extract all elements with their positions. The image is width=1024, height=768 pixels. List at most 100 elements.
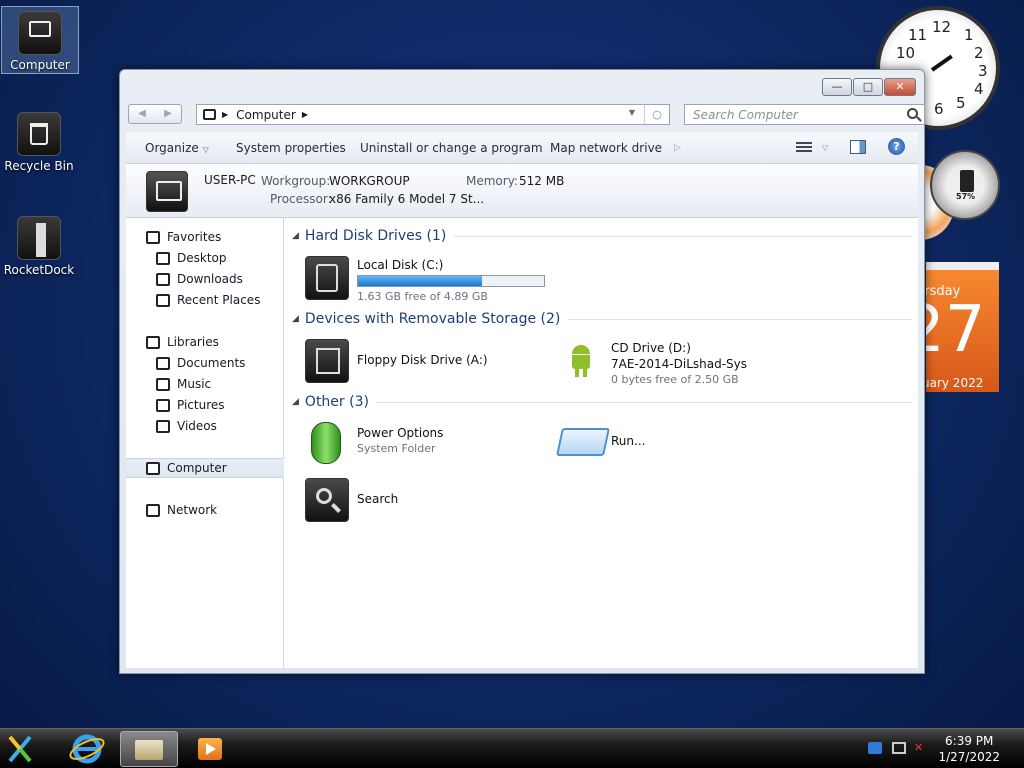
sidebar-item-network[interactable]: Network (126, 500, 284, 520)
sidebar-item-documents[interactable]: Documents (126, 353, 284, 373)
system-properties-button[interactable]: System properties (236, 141, 346, 155)
item-power-options[interactable]: Power Options System Folder (305, 420, 525, 466)
sidebar-item-pictures[interactable]: Pictures (126, 395, 284, 415)
sidebar-item-favorites[interactable]: Favorites (126, 227, 284, 247)
drive-free-space: 0 bytes free of 2.50 GB (611, 373, 739, 386)
clock-hand (930, 54, 953, 72)
taskbar-internet-explorer[interactable] (62, 731, 116, 767)
calendar-gadget[interactable]: ursday 27 uary 2022 (926, 262, 999, 392)
uninstall-program-button[interactable]: Uninstall or change a program (360, 141, 543, 155)
search-box[interactable] (684, 104, 925, 125)
desktop-icon-label: Recycle Bin (4, 159, 74, 173)
network-tray-icon[interactable] (868, 742, 882, 754)
drive-local-disk-c[interactable]: Local Disk (C:) 1.63 GB free of 4.89 GB (305, 256, 565, 303)
sidebar-item-downloads[interactable]: Downloads (126, 269, 284, 289)
sidebar-item-music[interactable]: Music (126, 374, 284, 394)
change-view-icon[interactable] (796, 140, 812, 154)
clock-number: 11 (908, 26, 928, 44)
organize-button[interactable]: Organize ▽ (145, 141, 209, 155)
internet-explorer-icon (69, 734, 105, 764)
map-network-drive-button[interactable]: Map network drive (550, 141, 662, 155)
search-icon[interactable] (907, 108, 918, 119)
preview-pane-icon[interactable] (850, 140, 866, 154)
breadcrumb-computer[interactable]: Computer (236, 108, 296, 122)
refresh-button[interactable]: ○ (644, 104, 670, 125)
maximize-button[interactable]: □ (853, 78, 883, 96)
search-icon (305, 478, 349, 522)
minimize-button[interactable]: — (822, 78, 852, 96)
group-header-removable-storage[interactable]: ◢ Devices with Removable Storage (2) (292, 311, 912, 327)
search-input[interactable] (693, 107, 893, 122)
disk-usage-fill (358, 276, 483, 286)
view-options-chevron-icon[interactable]: ▽ (822, 143, 828, 152)
computer-icon (146, 171, 188, 212)
recent-places-icon (156, 293, 170, 307)
collapse-triangle-icon[interactable]: ◢ (292, 397, 299, 407)
drive-label: 7AE-2014-DiLshad-Sys (611, 357, 748, 371)
volume-muted-icon[interactable]: ✕ (914, 742, 928, 754)
pc-name: USER-PC (204, 173, 256, 187)
sidebar-item-computer[interactable]: Computer (126, 458, 284, 478)
collapse-triangle-icon[interactable]: ◢ (292, 231, 299, 241)
taskbar-media-player[interactable] (184, 731, 238, 767)
drive-floppy-a[interactable]: Floppy Disk Drive (A:) (305, 339, 525, 385)
sidebar-item-recent-places[interactable]: Recent Places (126, 290, 284, 310)
group-header-hard-disk-drives[interactable]: ◢ Hard Disk Drives (1) (292, 228, 912, 244)
disk-usage-bar (357, 275, 545, 287)
memory-meter-gadget[interactable]: 57% (930, 150, 1000, 220)
library-icon (146, 335, 160, 349)
navigation-bar: ◀ ▶ ▶ Computer ▶ ▼ ○ (128, 104, 925, 126)
help-icon[interactable]: ? (888, 138, 905, 155)
item-search[interactable]: Search (305, 478, 505, 524)
breadcrumb-arrow-icon[interactable]: ▶ (222, 110, 228, 119)
item-run[interactable]: Run... (556, 420, 759, 466)
processor-label: Processor: (270, 192, 332, 206)
clock-date: 1/27/2022 (938, 750, 1000, 764)
media-player-icon (198, 738, 222, 760)
workgroup-value: WORKGROUP (329, 174, 410, 188)
navigation-pane: Favorites Desktop Downloads Recent Place… (126, 218, 284, 668)
explorer-window[interactable]: — □ ✕ ◀ ▶ ▶ Computer ▶ ▼ ○ Organize ▽ Sy… (119, 69, 925, 674)
clock-number: 12 (932, 18, 952, 36)
drive-cd-d[interactable]: CD Drive (D:) 7AE-2014-DiLshad-Sys 0 byt… (559, 339, 799, 389)
group-header-other[interactable]: ◢ Other (3) (292, 394, 912, 410)
address-dropdown-icon[interactable]: ▼ (629, 108, 635, 117)
clock-number: 1 (964, 26, 974, 44)
item-type: System Folder (357, 442, 436, 455)
desktop-icon-recycle-bin[interactable]: Recycle Bin (0, 112, 78, 173)
action-center-icon[interactable] (892, 742, 906, 754)
sidebar-item-libraries[interactable]: Libraries (126, 332, 284, 352)
clock-number: 4 (974, 80, 984, 98)
recycle-bin-icon (17, 112, 61, 156)
music-icon (156, 377, 170, 391)
drive-name: CD Drive (D:) (611, 341, 691, 355)
taskbar-explorer[interactable] (120, 731, 178, 767)
meter-percent: 57% (956, 192, 976, 201)
collapse-triangle-icon[interactable]: ◢ (292, 314, 299, 324)
sidebar-item-desktop[interactable]: Desktop (126, 248, 284, 268)
desktop-icon-rocketdock[interactable]: RocketDock (0, 216, 78, 277)
clock[interactable]: 6:39 PM 1/27/2022 (938, 733, 1000, 765)
back-button[interactable]: ◀ (129, 105, 155, 123)
close-button[interactable]: ✕ (884, 78, 916, 96)
more-commands-icon[interactable]: ▷ (674, 143, 681, 153)
computer-icon (146, 461, 160, 475)
taskbar: ✕ 6:39 PM 1/27/2022 (0, 728, 1024, 768)
clock-number: 3 (978, 62, 988, 80)
start-button[interactable] (0, 731, 56, 767)
forward-button[interactable]: ▶ (155, 105, 181, 123)
processor-value: x86 Family 6 Model 7 St... (329, 192, 485, 206)
desktop-icon-computer[interactable]: Computer (1, 6, 79, 74)
breadcrumb-arrow-icon[interactable]: ▶ (302, 110, 308, 119)
desktop-icon-label: RocketDock (3, 263, 75, 277)
battery-icon (311, 422, 341, 464)
sidebar-item-videos[interactable]: Videos (126, 416, 284, 436)
floppy-disk-icon (305, 339, 349, 383)
desktop-icon (156, 251, 170, 265)
address-bar[interactable]: ▶ Computer ▶ ▼ (196, 104, 670, 125)
item-name: Search (357, 492, 399, 506)
clock-number: 6 (934, 100, 944, 118)
drive-name: Local Disk (C:) (357, 258, 444, 272)
computer-icon (18, 11, 62, 55)
calendar-month: uary 2022 (926, 376, 984, 390)
